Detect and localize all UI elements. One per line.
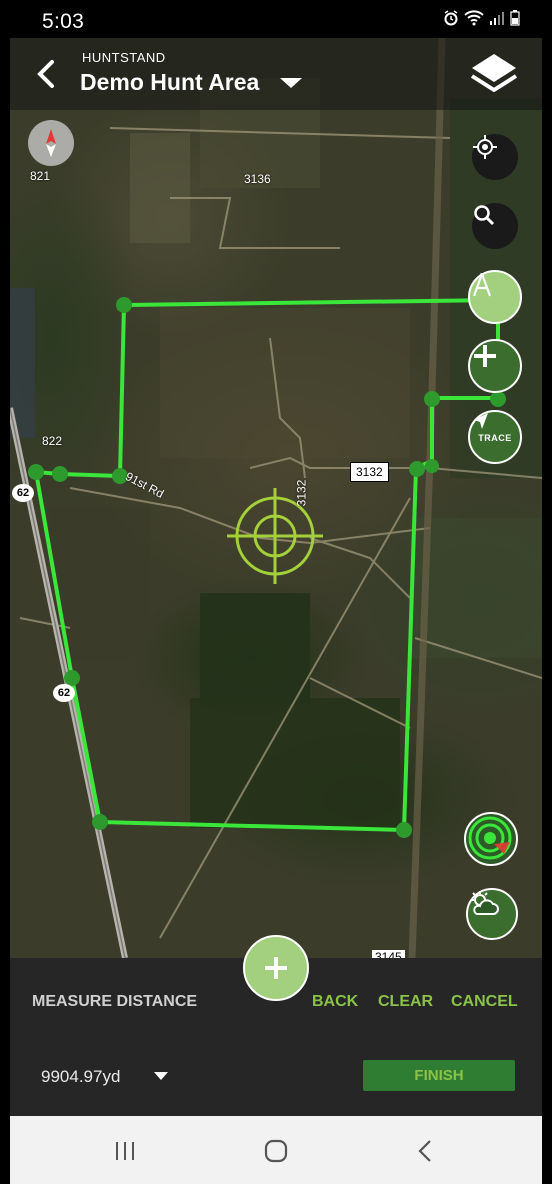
- status-bar: 5:03: [10, 0, 542, 38]
- chevron-down-icon[interactable]: [280, 78, 302, 88]
- locate-icon: [473, 135, 497, 159]
- weather-button[interactable]: [466, 888, 518, 940]
- measure-button[interactable]: [468, 270, 522, 324]
- plus-icon: [474, 345, 496, 367]
- back-arrow-icon: [37, 60, 54, 88]
- search-icon: [474, 205, 495, 226]
- clear-button[interactable]: CLEAR: [378, 993, 433, 1011]
- layers-button[interactable]: [468, 50, 520, 100]
- trace-icon: [474, 413, 488, 429]
- radar-button[interactable]: [464, 812, 518, 866]
- highway-shield-62-bottom: 62: [53, 684, 75, 702]
- map-view[interactable]: 821 3136 822 91st Rd 3132 3132 3145 62 6…: [10, 38, 542, 958]
- search-button[interactable]: [472, 203, 518, 249]
- back-action-button[interactable]: BACK: [312, 993, 358, 1011]
- distance-value: 9904.97yd: [41, 1067, 121, 1086]
- route-label-3145: 3145: [372, 950, 405, 958]
- highway-shield-62-top: 62: [12, 484, 34, 502]
- add-point-icon: [265, 957, 287, 979]
- compass-icon: [46, 129, 56, 157]
- add-marker-button[interactable]: [468, 339, 522, 393]
- trace-button[interactable]: TRACE: [468, 410, 522, 464]
- wifi-icon: [464, 10, 484, 31]
- road-label-3132-vertical: 3132: [294, 479, 309, 507]
- app-screen: 5:03 821 3136 822 91st Rd 3132 3132 3145…: [10, 0, 542, 1184]
- hunt-area-title[interactable]: Demo Hunt Area: [80, 69, 259, 96]
- alarm-icon: [443, 10, 459, 31]
- brand-label: HUNTSTAND: [82, 50, 166, 65]
- add-point-button[interactable]: [243, 935, 309, 1001]
- system-nav-bar: [10, 1116, 542, 1184]
- status-time: 5:03: [42, 10, 85, 33]
- map-canvas: [10, 38, 542, 958]
- recents-icon: [116, 1142, 134, 1160]
- nav-back-icon: [418, 1140, 431, 1162]
- home-button[interactable]: [261, 1136, 291, 1166]
- locate-button[interactable]: [472, 134, 518, 180]
- cancel-button[interactable]: CANCEL: [451, 993, 518, 1011]
- signal-icon: [489, 10, 505, 31]
- radar-icon: [468, 816, 512, 860]
- crosshair-icon: [227, 488, 323, 584]
- recents-button[interactable]: [110, 1136, 140, 1166]
- road-label-821: 821: [30, 169, 51, 183]
- trace-label: TRACE: [478, 433, 512, 443]
- finish-button[interactable]: FINISH: [363, 1060, 515, 1091]
- road-label-3136: 3136: [244, 172, 271, 186]
- nav-back-button[interactable]: [411, 1136, 441, 1166]
- road-label-822: 822: [42, 434, 63, 448]
- status-icons: [443, 10, 520, 31]
- battery-icon: [510, 10, 520, 31]
- compass-button[interactable]: [28, 120, 74, 166]
- top-header: HUNTSTAND Demo Hunt Area: [10, 38, 542, 110]
- unit-dropdown-chevron-icon[interactable]: [154, 1072, 168, 1080]
- layers-icon: [470, 54, 518, 92]
- back-button[interactable]: [28, 54, 64, 94]
- measure-icon: [472, 273, 492, 297]
- home-icon: [264, 1139, 288, 1163]
- weather-icon: [471, 891, 499, 915]
- route-label-3132: 3132: [350, 462, 389, 482]
- measure-distance-title: MEASURE DISTANCE: [32, 993, 198, 1010]
